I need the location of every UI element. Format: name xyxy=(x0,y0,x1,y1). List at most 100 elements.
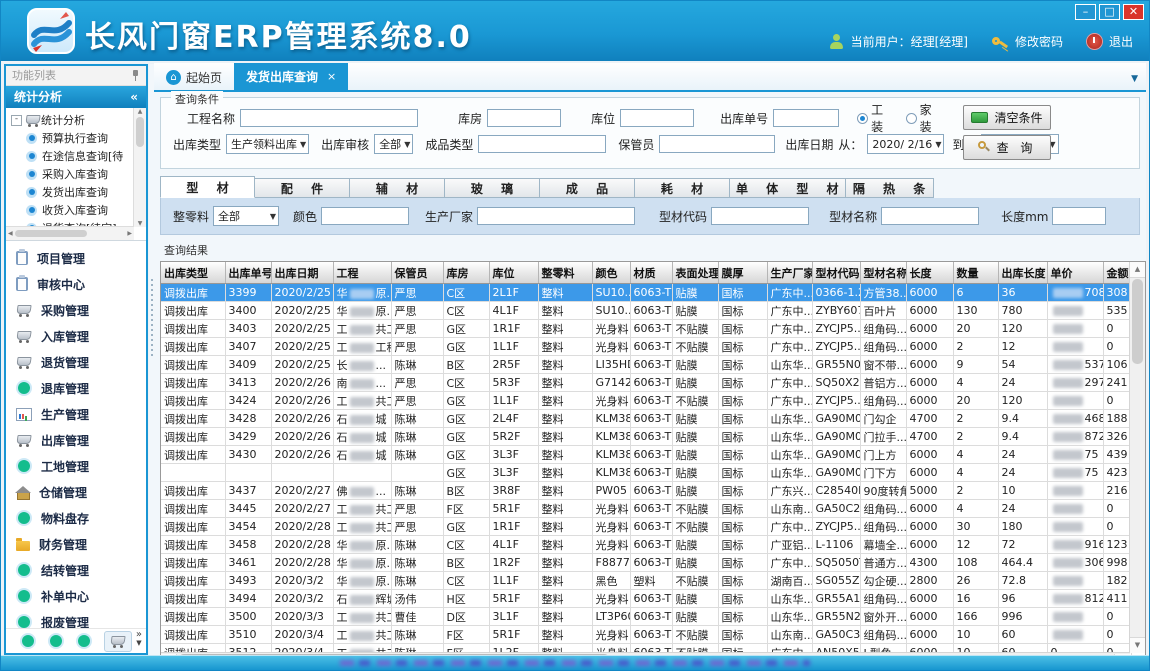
table-row[interactable]: 调拨出库34452020/2/27工共工程严思F区5R1F整料光身料6063-T… xyxy=(161,500,1131,518)
whole-select[interactable]: 全部▼ xyxy=(213,206,279,226)
sidebar-item[interactable]: 项目管理 xyxy=(6,245,146,271)
scroll-down-icon[interactable]: ▼ xyxy=(138,220,143,227)
table-row[interactable]: 调拨出库35002020/3/3工共工程曹佳D区3L1F整料LT3P606063… xyxy=(161,608,1131,626)
overflow-button[interactable]: »▼ xyxy=(136,630,142,648)
scroll-right-icon[interactable]: ▶ xyxy=(127,230,132,237)
column-header[interactable]: 颜色 xyxy=(592,262,630,284)
table-row[interactable]: G区3L3F整料KLM38176063-T5贴膜国标山东华...GA90M09.… xyxy=(161,464,1131,482)
search-button[interactable]: 查 询 xyxy=(963,135,1051,160)
column-header[interactable]: 库位 xyxy=(489,262,538,284)
column-header[interactable]: 出库单号 xyxy=(225,262,271,284)
column-header[interactable]: 表面处理 xyxy=(672,262,718,284)
out-type-select[interactable]: 生产领料出库▼ xyxy=(226,134,309,154)
profile-name-input[interactable] xyxy=(881,207,979,225)
column-header[interactable]: 工程 xyxy=(333,262,391,284)
scroll-left-icon[interactable]: ◀ xyxy=(8,230,13,237)
table-row[interactable]: 调拨出库34282020/2/26石城陈琳G区2L4F整料KLM38176063… xyxy=(161,410,1131,428)
table-row[interactable]: 调拨出库34132020/2/26南...严思C区5R3F整料G71422606… xyxy=(161,374,1131,392)
sidebar-item[interactable]: 补单中心 xyxy=(6,583,146,609)
sidebar-item[interactable]: 退库管理 xyxy=(6,375,146,401)
column-header[interactable]: 单价 xyxy=(1047,262,1103,284)
scroll-up-icon[interactable]: ▲ xyxy=(138,108,143,115)
product-type-input[interactable] xyxy=(478,135,606,153)
tree-root[interactable]: - 统计分析 xyxy=(11,111,132,129)
material-tab[interactable]: 型 材 xyxy=(160,176,255,198)
tree-item[interactable]: 在途信息查询[待 xyxy=(11,147,132,165)
project-name-input[interactable] xyxy=(240,109,418,127)
color-input[interactable] xyxy=(321,207,409,225)
sidebar-item[interactable]: 生产管理 xyxy=(6,401,146,427)
close-button[interactable]: ✕ xyxy=(1123,4,1144,20)
sidebar-item[interactable]: 仓储管理 xyxy=(6,479,146,505)
table-row[interactable]: 调拨出库34932020/3/2华原...陈琳C区1L1F整料黑色塑料不贴膜国标… xyxy=(161,572,1131,590)
scroll-down-icon[interactable]: ▼ xyxy=(1130,637,1145,653)
sidebar-item[interactable]: 工地管理 xyxy=(6,453,146,479)
collapse-icon[interactable]: « xyxy=(130,86,138,108)
date-from-select[interactable]: 2020/ 2/16▼ xyxy=(867,134,944,154)
table-row[interactable]: 调拨出库34092020/2/25长...陈琳B区2R5F整料LI35HD606… xyxy=(161,356,1131,374)
table-row[interactable]: 调拨出库35102020/3/4工共工程陈琳F区5R1F整料光身料6063-T5… xyxy=(161,626,1131,644)
table-row[interactable]: 调拨出库34032020/2/25工共工程严思G区1R1F整料光身料6063-T… xyxy=(161,320,1131,338)
table-row[interactable]: 调拨出库34582020/2/28华原...陈琳C区4L1F整料光身料6063-… xyxy=(161,536,1131,554)
scroll-thumb[interactable] xyxy=(136,117,144,147)
column-header[interactable]: 金额 xyxy=(1103,262,1131,284)
tree-item[interactable]: 收货入库查询 xyxy=(11,201,132,219)
material-tab[interactable]: 耗 材 xyxy=(635,178,730,198)
quick-item-icon[interactable] xyxy=(22,635,34,647)
column-header[interactable]: 生产厂家 xyxy=(767,262,812,284)
column-header[interactable]: 出库长度 xyxy=(998,262,1047,284)
table-row[interactable]: 调拨出库34942020/3/2石辉城汤伟H区5R1F整料光身料6063-T5贴… xyxy=(161,590,1131,608)
scroll-up-icon[interactable]: ▲ xyxy=(1130,262,1145,278)
table-row[interactable]: 调拨出库34242020/2/26工共工程严思G区1L1F整料光身料6063-T… xyxy=(161,392,1131,410)
order-no-input[interactable] xyxy=(773,109,839,127)
column-header[interactable]: 库房 xyxy=(443,262,489,284)
table-row[interactable]: 调拨出库34542020/2/28工共工程严思G区1R1F整料光身料6063-T… xyxy=(161,518,1131,536)
logout-link[interactable]: 退出 xyxy=(1109,33,1133,50)
column-header[interactable]: 出库日期 xyxy=(271,262,333,284)
tab-home[interactable]: ⌂ 起始页 xyxy=(154,65,234,90)
keeper-input[interactable] xyxy=(659,135,775,153)
change-password-link[interactable]: 修改密码 xyxy=(1015,33,1063,50)
material-tab[interactable]: 辅 材 xyxy=(350,178,445,198)
warehouse-input[interactable] xyxy=(487,109,561,127)
column-header[interactable]: 保管员 xyxy=(391,262,443,284)
table-row[interactable]: 调拨出库34302020/2/26石城陈琳G区3L3F整料KLM38176063… xyxy=(161,446,1131,464)
quick-item-icon[interactable] xyxy=(50,635,62,647)
table-row[interactable]: 调拨出库34372020/2/27佛...陈琳B区3R8F整料PW056063-… xyxy=(161,482,1131,500)
sidebar-item[interactable]: 采购管理 xyxy=(6,297,146,323)
tab-overflow-icon[interactable]: ▼ xyxy=(1131,74,1138,84)
minimize-button[interactable]: – xyxy=(1075,4,1096,20)
grid-vertical-scrollbar[interactable]: ▲ ▼ xyxy=(1129,262,1145,653)
column-header[interactable]: 型材代码 xyxy=(812,262,860,284)
sidebar-item[interactable]: 审核中心 xyxy=(6,271,146,297)
radio-gongzhuang[interactable] xyxy=(857,113,868,124)
radio-jiazhuang[interactable] xyxy=(906,113,917,124)
tree-horizontal-scrollbar[interactable]: ◀ ▶ xyxy=(6,226,134,240)
column-header[interactable]: 出库类型 xyxy=(161,262,225,284)
material-tab[interactable]: 单 体 型 材 xyxy=(730,178,846,198)
scroll-thumb[interactable] xyxy=(1132,279,1143,364)
column-header[interactable]: 型材名称 xyxy=(860,262,906,284)
tree-item[interactable]: 发货出库查询 xyxy=(11,183,132,201)
tree-item[interactable]: 预算执行查询 xyxy=(11,129,132,147)
maximize-button[interactable]: □ xyxy=(1099,4,1120,20)
profile-code-input[interactable] xyxy=(711,207,809,225)
column-header[interactable]: 数量 xyxy=(953,262,998,284)
column-header[interactable]: 整零料 xyxy=(538,262,592,284)
material-tab[interactable]: 配 件 xyxy=(255,178,350,198)
section-header[interactable]: 统计分析 « xyxy=(6,86,146,108)
column-header[interactable]: 材质 xyxy=(630,262,672,284)
sidebar-item[interactable]: 财务管理 xyxy=(6,531,146,557)
column-header[interactable]: 长度 xyxy=(906,262,953,284)
column-header[interactable]: 膜厚 xyxy=(718,262,767,284)
location-input[interactable] xyxy=(620,109,694,127)
tab-shipment-query[interactable]: 发货出库查询 × xyxy=(234,63,348,90)
sidebar-item[interactable]: 入库管理 xyxy=(6,323,146,349)
table-row[interactable]: 调拨出库33992020/2/25华原...严思C区2L1F整料SU10...6… xyxy=(161,284,1131,302)
pin-icon[interactable] xyxy=(131,70,140,81)
sidebar-item[interactable]: 退货管理 xyxy=(6,349,146,375)
scroll-thumb[interactable] xyxy=(15,230,87,237)
sidebar-item[interactable]: 结转管理 xyxy=(6,557,146,583)
table-row[interactable]: 调拨出库34292020/2/26石城陈琳G区5R2F整料KLM38176063… xyxy=(161,428,1131,446)
quick-item-icon[interactable] xyxy=(78,635,90,647)
